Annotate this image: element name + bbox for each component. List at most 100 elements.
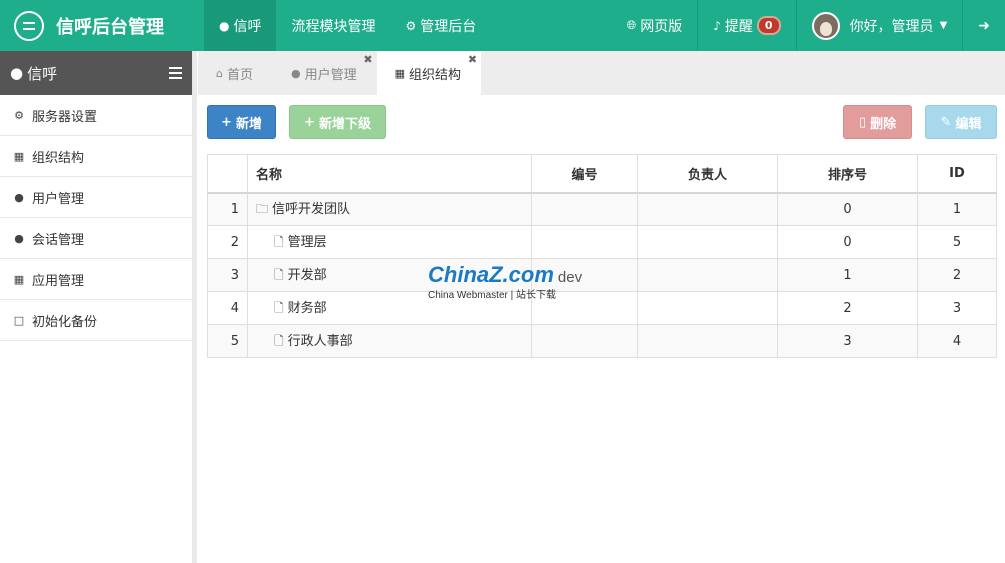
gear-icon: ⚙	[14, 108, 24, 122]
remind-button[interactable]: ♪ 提醒 0	[697, 0, 795, 51]
row-id: 5	[917, 225, 997, 259]
org-table: 名称 编号 负责人 排序号 ID 1 🗀︎ 信呼开发团队 0 1 2 🗋︎ 管理层 …	[207, 154, 997, 358]
topnav-item-flow-module[interactable]: 流程模块管理	[276, 0, 390, 51]
add-sub-button[interactable]: + 新增下级	[289, 105, 386, 139]
add-button[interactable]: + 新增	[207, 105, 276, 139]
edit-icon: ✎	[940, 114, 952, 130]
row-name: 🗋︎ 管理层	[247, 225, 532, 259]
row-name-text: 财务部	[287, 300, 327, 316]
row-name-text: 管理层	[287, 234, 327, 250]
add-sub-button-label: 新增下级	[318, 116, 371, 132]
globe-icon: 🌐︎	[626, 18, 637, 32]
row-name: 🗋︎ 开发部	[247, 258, 532, 292]
header-index	[207, 154, 248, 194]
avatar	[811, 11, 840, 40]
user-greeting: 你好，管理员	[849, 18, 934, 35]
app-title: 信呼后台管理	[56, 16, 164, 38]
edit-button[interactable]: ✎ 编辑	[925, 105, 997, 139]
row-code	[531, 258, 638, 292]
sidebar: ● 信呼 ⚙ 服务器设置 ▦ 组织结构 ● 用户管理 ● 会话管理 ▦ 应用管理…	[0, 51, 197, 563]
bell-icon: ♪	[713, 18, 721, 33]
user-icon: ●	[14, 190, 24, 204]
header-code[interactable]: 编号	[531, 154, 638, 194]
delete-button-label: 删除	[870, 116, 897, 132]
sidebar-header: ● 信呼	[0, 51, 192, 95]
sidebar-item-org-structure[interactable]: ▦ 组织结构	[0, 136, 192, 177]
sidebar-item-label: 服务器设置	[32, 109, 98, 125]
table-row[interactable]: 3 🗋︎ 开发部 1 2	[207, 258, 997, 292]
folder-icon: 🗀︎	[256, 201, 269, 216]
row-code	[531, 225, 638, 259]
comments-icon: ●	[14, 231, 24, 245]
brand[interactable]: 信呼后台管理	[0, 0, 204, 51]
topnav-item-xinhu[interactable]: ● 信呼	[204, 0, 277, 51]
file-icon: 🗋︎	[274, 300, 284, 315]
tab-bar: ⌂ 首页 ● 用户管理 ✖ ▦ 组织结构 ✖	[198, 51, 1005, 95]
plus-icon: +	[221, 114, 232, 130]
row-id: 1	[917, 192, 997, 226]
row-owner	[637, 291, 778, 325]
row-code	[531, 192, 638, 226]
header-sort[interactable]: 排序号	[777, 154, 918, 194]
row-name-text: 信呼开发团队	[272, 201, 351, 217]
row-owner	[637, 324, 778, 358]
logout-button[interactable]: ➜	[962, 0, 1005, 51]
row-owner	[637, 258, 778, 292]
tab-user-management[interactable]: ● 用户管理 ✖	[273, 51, 377, 95]
topnav-label: 信呼	[233, 18, 262, 35]
tab-label: 组织结构	[409, 67, 462, 83]
sidebar-item-server-settings[interactable]: ⚙ 服务器设置	[0, 95, 192, 136]
add-button-label: 新增	[235, 116, 262, 132]
header-id[interactable]: ID	[917, 154, 997, 194]
row-id: 3	[917, 291, 997, 325]
chat-logo-icon	[14, 10, 44, 41]
remind-count-badge: 0	[756, 16, 781, 35]
sidebar-item-init-backup[interactable]: □ 初始化备份	[0, 300, 192, 341]
comment-icon: ●	[219, 18, 230, 33]
row-name-text: 开发部	[287, 267, 327, 283]
sidebar-item-app-management[interactable]: ▦ 应用管理	[0, 259, 192, 300]
row-index: 3	[207, 258, 248, 292]
row-name: 🗋︎ 财务部	[247, 291, 532, 325]
row-index: 4	[207, 291, 248, 325]
row-index: 1	[207, 192, 248, 226]
sidebar-item-label: 应用管理	[32, 273, 85, 289]
user-menu[interactable]: 你好，管理员 ▼	[795, 0, 963, 51]
header-name[interactable]: 名称	[247, 154, 532, 194]
table-row[interactable]: 2 🗋︎ 管理层 0 5	[207, 225, 997, 259]
row-id: 2	[917, 258, 997, 292]
row-owner	[637, 192, 778, 226]
topnav-item-admin[interactable]: ⚙ 管理后台	[390, 0, 491, 51]
grid-icon: ▦	[13, 272, 25, 286]
row-sort: 2	[777, 291, 918, 325]
delete-button[interactable]: ▯ 删除	[843, 105, 912, 139]
close-icon[interactable]: ✖	[363, 53, 372, 66]
web-version-link[interactable]: 🌐︎ 网页版	[612, 0, 698, 51]
header-owner[interactable]: 负责人	[637, 154, 778, 194]
row-index: 2	[207, 225, 248, 259]
row-sort: 0	[777, 225, 918, 259]
sidebar-title: 信呼	[27, 64, 58, 83]
sidebar-item-user-management[interactable]: ● 用户管理	[0, 177, 192, 218]
tab-org-structure[interactable]: ▦ 组织结构 ✖	[376, 51, 482, 95]
table-row[interactable]: 5 🗋︎ 行政人事部 3 4	[207, 324, 997, 358]
sitemap-icon: ▦	[13, 149, 25, 163]
row-name: 🗀︎ 信呼开发团队	[247, 192, 532, 226]
row-name: 🗋︎ 行政人事部	[247, 324, 532, 358]
menu-toggle-icon[interactable]	[169, 67, 182, 79]
row-index: 5	[207, 324, 248, 358]
gear-icon: ⚙	[405, 18, 417, 33]
sidebar-item-session-management[interactable]: ● 会话管理	[0, 218, 192, 259]
close-icon[interactable]: ✖	[468, 53, 477, 66]
sidebar-item-label: 会话管理	[32, 232, 85, 248]
table-row[interactable]: 4 🗋︎ 财务部 2 3	[207, 291, 997, 325]
topnav-label: 流程模块管理	[291, 18, 376, 35]
top-navbar: 信呼后台管理 ● 信呼 流程模块管理 ⚙ 管理后台 🌐︎ 网页版 ♪ 提醒 0 …	[0, 0, 1005, 51]
logout-icon: ➜	[978, 17, 990, 34]
sidebar-item-label: 用户管理	[32, 191, 85, 207]
home-icon: ⌂	[216, 66, 223, 80]
table-row[interactable]: 1 🗀︎ 信呼开发团队 0 1	[207, 192, 997, 226]
bookmark-icon: □	[13, 313, 25, 327]
file-icon: 🗋︎	[274, 333, 284, 348]
tab-home[interactable]: ⌂ 首页	[198, 51, 273, 95]
